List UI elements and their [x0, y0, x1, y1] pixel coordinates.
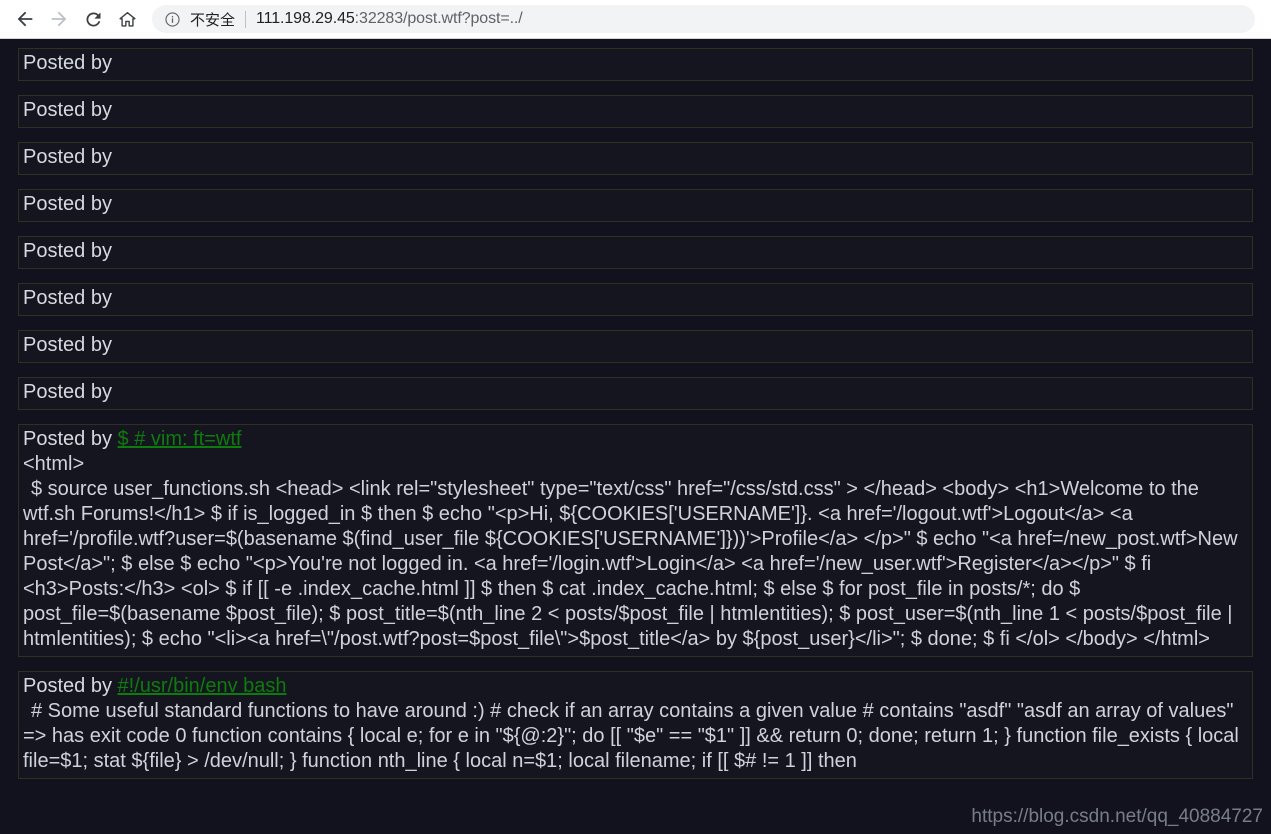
post-header: Posted by — [23, 239, 1248, 264]
post-item: Posted by — [18, 48, 1253, 81]
post-header: Posted by — [23, 380, 1248, 405]
posted-by-label: Posted by — [23, 675, 112, 697]
post-header: Posted by — [23, 51, 1248, 76]
post-header: Posted by — [23, 145, 1248, 170]
posted-by-label: Posted by — [23, 99, 112, 121]
post-item: Posted by — [18, 330, 1253, 363]
post-header: Posted by — [23, 286, 1248, 311]
post-header: Posted by #!/usr/bin/env bash — [23, 674, 1248, 699]
post-header: Posted by — [23, 192, 1248, 217]
page-content: Posted by Posted by Posted by Posted by Post… — [0, 39, 1271, 834]
back-arrow-icon — [14, 8, 36, 30]
post-author-link[interactable]: $ # vim: ft=wtf — [118, 428, 242, 450]
post-body-line: # Some useful standard functions to have… — [23, 700, 1239, 772]
back-button[interactable] — [8, 2, 42, 36]
post-header: Posted by $ # vim: ft=wtf — [23, 427, 1248, 452]
posted-by-label: Posted by — [23, 428, 112, 450]
address-bar[interactable]: 不安全 111.198.29.45:32283/post.wtf?post=..… — [152, 5, 1255, 33]
reload-button[interactable] — [76, 2, 110, 36]
post-item: Posted by #!/usr/bin/env bash # Some usef… — [18, 671, 1253, 779]
info-circle-icon[interactable] — [164, 11, 181, 28]
reload-icon — [83, 9, 104, 30]
forward-arrow-icon — [48, 8, 70, 30]
url-path: :32283/post.wtf?post=../ — [354, 10, 523, 27]
home-icon — [117, 9, 138, 30]
url-text[interactable]: 111.198.29.45:32283/post.wtf?post=../ — [256, 10, 1243, 28]
post-body: # Some useful standard functions to have… — [23, 699, 1248, 774]
posted-by-label: Posted by — [23, 240, 112, 262]
posted-by-label: Posted by — [23, 381, 112, 403]
post-author-link[interactable]: #!/usr/bin/env bash — [118, 675, 287, 697]
home-button[interactable] — [110, 2, 144, 36]
posted-by-label: Posted by — [23, 334, 112, 356]
forward-button[interactable] — [42, 2, 76, 36]
post-item: Posted by — [18, 236, 1253, 269]
post-list: Posted by Posted by Posted by Posted by Post… — [18, 48, 1253, 779]
post-item: Posted by — [18, 377, 1253, 410]
security-status-label: 不安全 — [190, 11, 236, 29]
post-item: Posted by — [18, 95, 1253, 128]
post-item: Posted by $ # vim: ft=wtf <html> $ source … — [18, 424, 1253, 657]
posted-by-label: Posted by — [23, 52, 112, 74]
watermark: https://blog.csdn.net/qq_40884727 — [971, 806, 1263, 827]
post-item: Posted by — [18, 283, 1253, 316]
posted-by-label: Posted by — [23, 287, 112, 309]
posted-by-label: Posted by — [23, 146, 112, 168]
browser-toolbar: 不安全 111.198.29.45:32283/post.wtf?post=..… — [0, 0, 1271, 39]
post-header: Posted by — [23, 333, 1248, 358]
post-item: Posted by — [18, 142, 1253, 175]
post-body: <html> $ source user_functions.sh <head> … — [23, 452, 1248, 652]
omnibox-divider — [245, 10, 247, 28]
post-item: Posted by — [18, 189, 1253, 222]
post-header: Posted by — [23, 98, 1248, 123]
url-host: 111.198.29.45 — [256, 10, 355, 27]
posted-by-label: Posted by — [23, 193, 112, 215]
post-body-line: <html> — [23, 453, 85, 475]
post-body-line: $ source user_functions.sh <head> <link … — [23, 478, 1238, 650]
